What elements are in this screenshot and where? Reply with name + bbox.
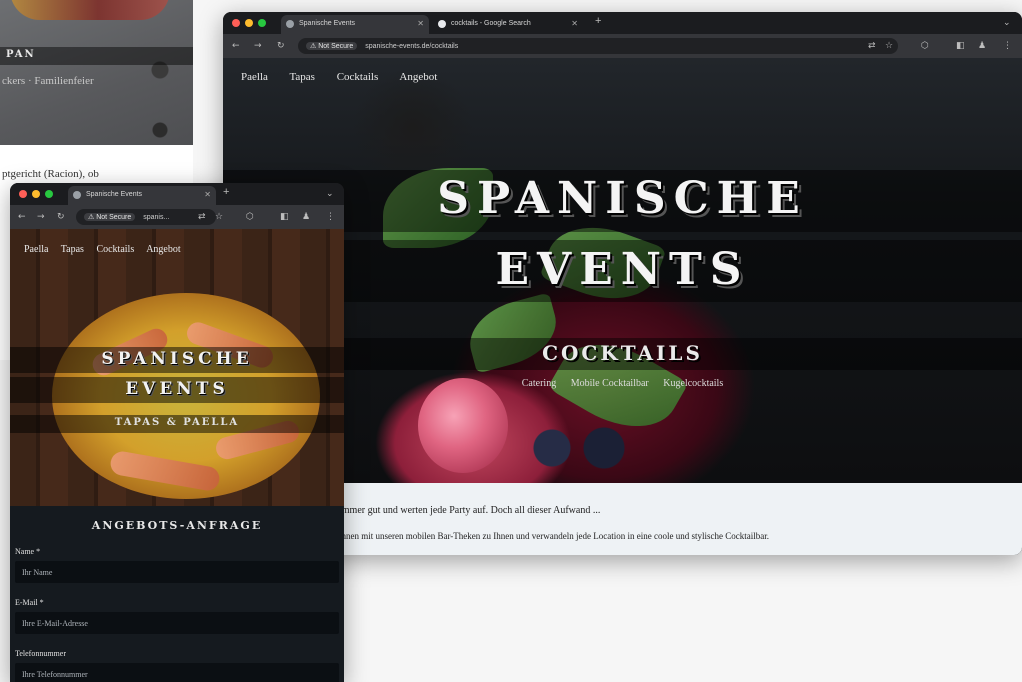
phone-label: Telefonnummer bbox=[15, 649, 66, 658]
not-secure-badge[interactable]: ⚠ Not Secure bbox=[306, 42, 358, 50]
close-tab-icon[interactable]: ✕ bbox=[571, 19, 578, 28]
browser-window-paella: Spanische Events ✕ + ⌄ ← → ↻ ⚠ Not Secur… bbox=[10, 183, 344, 682]
tab-label: Spanische Events bbox=[299, 20, 356, 27]
warning-icon: ⚠ bbox=[88, 214, 97, 221]
category-link[interactable]: Catering bbox=[522, 378, 556, 389]
name-label: Name * bbox=[15, 547, 41, 556]
fragment-food-image bbox=[10, 0, 170, 20]
site-favicon-icon bbox=[73, 191, 81, 199]
maximize-window-button[interactable] bbox=[258, 19, 266, 27]
new-tab-icon[interactable]: + bbox=[223, 186, 229, 198]
content-paragraph: immer gut und werten jede Party auf. Doc… bbox=[339, 505, 601, 516]
main-navigation: Paella Tapas Cocktails Angebot bbox=[24, 244, 191, 255]
tab-search-icon[interactable]: ⌄ bbox=[326, 188, 334, 200]
warning-icon: ⚠ bbox=[310, 43, 319, 50]
maximize-window-button[interactable] bbox=[45, 190, 53, 198]
paella-page: Paella Tapas Cocktails Angebot SPANISCHE… bbox=[10, 229, 344, 682]
fragment-body-text: ptgericht (Racion), ob bbox=[2, 168, 99, 180]
bookmark-star-icon[interactable]: ☆ bbox=[885, 40, 893, 52]
hero-subtitle: TAPAS & PAELLA bbox=[114, 417, 240, 428]
hero-title-line1: SPANISCHE bbox=[101, 349, 253, 369]
nav-link-cocktails[interactable]: Cocktails bbox=[96, 244, 134, 255]
tab-bar: Spanische Events ✕ cocktails - Google Se… bbox=[223, 12, 1022, 34]
blueberries-image bbox=[513, 418, 643, 478]
reload-icon[interactable]: ↻ bbox=[277, 40, 285, 52]
url-text: spanis... bbox=[143, 214, 170, 221]
profile-icon[interactable]: ♟ bbox=[978, 40, 986, 52]
tab-spanische-events[interactable]: Spanische Events ✕ bbox=[281, 15, 429, 34]
extensions-icon[interactable]: ⬡ bbox=[246, 211, 254, 223]
nav-link-angebot[interactable]: Angebot bbox=[399, 71, 437, 83]
reload-icon[interactable]: ↻ bbox=[57, 211, 65, 223]
translate-icon[interactable]: ⇄ bbox=[868, 40, 876, 52]
hero-title-line2: EVENTS bbox=[125, 379, 229, 399]
google-favicon-icon bbox=[438, 20, 446, 28]
tab-label: Spanische Events bbox=[86, 191, 143, 198]
category-link[interactable]: Kugelcocktails bbox=[663, 378, 723, 389]
back-arrow-icon[interactable]: ← bbox=[232, 40, 240, 52]
minimize-window-button[interactable] bbox=[245, 19, 253, 27]
tab-bar: Spanische Events ✕ + ⌄ bbox=[10, 183, 344, 205]
not-secure-badge[interactable]: ⚠ Not Secure bbox=[84, 213, 136, 221]
nav-link-paella[interactable]: Paella bbox=[241, 71, 268, 83]
address-bar[interactable]: ⚠ Not Secure spanis... bbox=[76, 209, 216, 225]
main-navigation: Paella Tapas Cocktails Angebot bbox=[241, 71, 456, 83]
nav-link-tapas[interactable]: Tapas bbox=[61, 244, 84, 255]
tab-spanische-events[interactable]: Spanische Events ✕ bbox=[68, 186, 216, 205]
email-input[interactable] bbox=[15, 612, 339, 634]
minimize-window-button[interactable] bbox=[32, 190, 40, 198]
browser-toolbar: ← → ↻ ⚠ Not Secure spanische-events.de/c… bbox=[223, 34, 1022, 58]
close-window-button[interactable] bbox=[19, 190, 27, 198]
name-input[interactable] bbox=[15, 561, 339, 583]
menu-dots-icon[interactable]: ⋮ bbox=[1003, 40, 1012, 52]
bookmark-star-icon[interactable]: ☆ bbox=[215, 211, 223, 223]
raspberry-image bbox=[418, 378, 508, 473]
content-paragraph: ihnen mit unseren mobilen Bar-Theken zu … bbox=[339, 531, 769, 541]
email-label: E-Mail * bbox=[15, 598, 44, 607]
url-text: spanische-events.de/cocktails bbox=[365, 43, 459, 50]
tab-google-search[interactable]: cocktails - Google Search ✕ bbox=[433, 15, 583, 34]
fragment-band-text: PAN bbox=[6, 49, 36, 60]
tab-search-icon[interactable]: ⌄ bbox=[1003, 17, 1011, 29]
nav-link-cocktails[interactable]: Cocktails bbox=[337, 71, 379, 83]
sidebar-icon[interactable]: ◧ bbox=[280, 211, 289, 223]
nav-link-angebot[interactable]: Angebot bbox=[146, 244, 180, 255]
forward-arrow-icon[interactable]: → bbox=[254, 40, 262, 52]
nav-link-paella[interactable]: Paella bbox=[24, 244, 48, 255]
close-tab-icon[interactable]: ✕ bbox=[204, 190, 211, 199]
site-favicon-icon bbox=[286, 20, 294, 28]
menu-dots-icon[interactable]: ⋮ bbox=[326, 211, 335, 223]
fragment-hero-image bbox=[0, 0, 193, 145]
form-title: ANGEBOTS-ANFRAGE bbox=[91, 519, 263, 532]
close-window-button[interactable] bbox=[232, 19, 240, 27]
nav-link-tapas[interactable]: Tapas bbox=[289, 71, 315, 83]
browser-toolbar: ← → ↻ ⚠ Not Secure spanis... ⇄ ☆ ⬡ ◧ ♟ ⋮ bbox=[10, 205, 344, 229]
new-tab-icon[interactable]: + bbox=[595, 15, 601, 27]
back-arrow-icon[interactable]: ← bbox=[18, 211, 26, 223]
profile-icon[interactable]: ♟ bbox=[302, 211, 310, 223]
forward-arrow-icon[interactable]: → bbox=[37, 211, 45, 223]
phone-input[interactable] bbox=[15, 663, 339, 682]
fragment-sub-links[interactable]: ckers · Familienfeier bbox=[2, 75, 94, 87]
close-tab-icon[interactable]: ✕ bbox=[417, 19, 424, 28]
sidebar-icon[interactable]: ◧ bbox=[956, 40, 965, 52]
extensions-icon[interactable]: ⬡ bbox=[921, 40, 929, 52]
tab-label: cocktails - Google Search bbox=[451, 20, 531, 27]
category-link[interactable]: Mobile Cocktailbar bbox=[571, 378, 649, 389]
address-bar[interactable]: ⚠ Not Secure spanische-events.de/cocktai… bbox=[298, 38, 898, 54]
translate-icon[interactable]: ⇄ bbox=[198, 211, 206, 223]
